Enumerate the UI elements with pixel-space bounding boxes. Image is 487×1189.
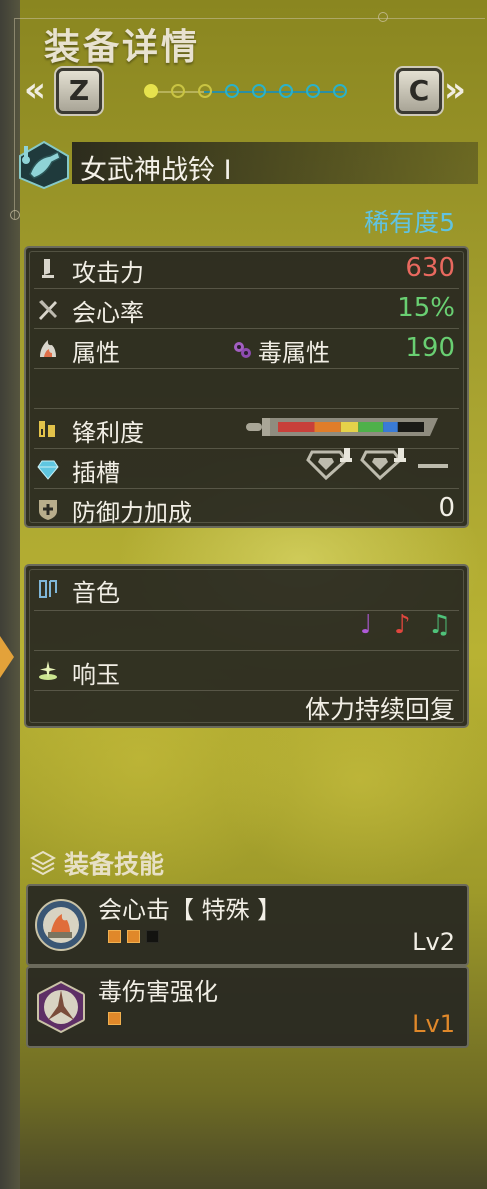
- melody-note-purple: ♩: [360, 610, 373, 640]
- skill-name: 会心击【 特殊 】: [98, 896, 282, 924]
- level-pip: [146, 930, 159, 943]
- crossed-blades-icon: [39, 300, 57, 320]
- stat-sharpness-label: 锋利度: [72, 419, 144, 447]
- sharpness-segment: [340, 422, 359, 432]
- melody-icon: [39, 580, 57, 598]
- stat-affinity: 会心率 15%: [26, 290, 467, 328]
- stat-attack-label: 攻击力: [72, 259, 144, 287]
- page-dot[interactable]: [225, 84, 239, 98]
- weapon-row: 女武神战铃 Ⅰ: [16, 140, 486, 190]
- row-divider: [34, 288, 459, 289]
- sharpness-segment: [358, 422, 384, 432]
- row-divider: [34, 650, 459, 651]
- gem-icon: [37, 460, 59, 480]
- skill-card[interactable]: 毒伤害强化 Lv1: [26, 966, 469, 1048]
- sparkle-icon: [39, 661, 57, 680]
- skill-name: 毒伤害强化: [98, 978, 218, 1006]
- stat-affinity-value: 15%: [397, 293, 455, 323]
- critical-element-icon: [35, 899, 87, 951]
- flame-icon: [40, 340, 56, 357]
- skill-card[interactable]: 会心击【 特殊 】 Lv2: [26, 884, 469, 966]
- stat-defense-label: 防御力加成: [72, 499, 192, 527]
- page-dot[interactable]: [171, 84, 185, 98]
- echo-label: 响玉: [72, 661, 120, 689]
- stat-defense: 防御力加成 0: [26, 490, 467, 528]
- page-dot[interactable]: [306, 84, 320, 98]
- melody-note-green: ♫: [428, 610, 452, 640]
- stat-element: 属性 毒属性 190: [26, 330, 467, 368]
- skill-level-pips: [108, 928, 165, 944]
- chevron-left-icon: «: [24, 70, 46, 110]
- prev-key-button[interactable]: Z: [56, 68, 102, 114]
- page-dot[interactable]: [144, 84, 158, 98]
- echo-row: 响玉: [26, 652, 467, 690]
- stat-attack-value: 630: [405, 253, 455, 283]
- skills-title: 装备技能: [64, 850, 165, 879]
- skill-level: Lv1: [412, 1010, 455, 1038]
- row-divider: [34, 488, 459, 489]
- melody-label: 音色: [72, 579, 120, 607]
- frame-ornament: [10, 210, 20, 220]
- rarity-label: 稀有度5: [364, 208, 455, 237]
- next-key-button[interactable]: C: [396, 68, 442, 114]
- melody-note-red: ♪: [394, 610, 411, 640]
- sharpness-segment: [278, 422, 315, 432]
- row-divider: [34, 328, 459, 329]
- sharpness-handle: [246, 423, 262, 431]
- level-pip: [108, 930, 121, 943]
- slot-3-icon: [306, 448, 352, 481]
- poison-icon: [234, 342, 251, 358]
- page-dot[interactable]: [198, 84, 212, 98]
- stat-attack: 攻击力 630: [26, 250, 467, 288]
- echo-value: 体力持续回复: [304, 695, 455, 724]
- sword-icon: [42, 259, 54, 278]
- empty-slot: [418, 464, 448, 468]
- poison-attack-icon: [37, 980, 85, 1034]
- page-dot[interactable]: [333, 84, 347, 98]
- skill-level: Lv2: [412, 928, 455, 956]
- page-dot[interactable]: [252, 84, 266, 98]
- hunting-horn-icon: [19, 140, 69, 190]
- level-pip: [108, 1012, 121, 1025]
- stat-element-label: 属性: [72, 339, 120, 367]
- stat-affinity-label: 会心率: [72, 299, 144, 327]
- frame-ornament: [378, 12, 388, 22]
- shield-plus-icon: [39, 500, 57, 520]
- chevron-right-icon: »: [444, 70, 466, 110]
- sharpness-segment: [383, 422, 398, 432]
- stats-panel: 攻击力 630 会心率 15% 属性 毒属性 190 锋利度 插槽 防御力加成 …: [24, 246, 469, 528]
- sharpness-guard: [262, 418, 270, 436]
- weapon-name: 女武神战铃 Ⅰ: [80, 155, 232, 186]
- melody-row: 音色: [26, 570, 467, 608]
- melody-panel: 音色 响玉 体力持续回复: [24, 564, 469, 728]
- stat-defense-value: 0: [438, 493, 455, 523]
- slot-3-icon: [360, 448, 406, 481]
- page-dot[interactable]: [279, 84, 293, 98]
- stat-element-value: 190: [405, 333, 455, 363]
- sharpness-icon: [39, 421, 55, 437]
- stat-slots-label: 插槽: [72, 459, 120, 487]
- row-divider: [34, 368, 459, 369]
- sharpness-segment: [314, 422, 341, 432]
- skills-stack-icon: [30, 850, 56, 876]
- row-divider: [34, 408, 459, 409]
- page-dots: [144, 84, 352, 102]
- stat-element-type: 毒属性: [258, 339, 330, 367]
- page-title: 装备详情: [44, 27, 201, 68]
- sharpness-gauge: [246, 418, 438, 436]
- level-pip: [127, 930, 140, 943]
- skill-level-pips: [108, 1010, 127, 1026]
